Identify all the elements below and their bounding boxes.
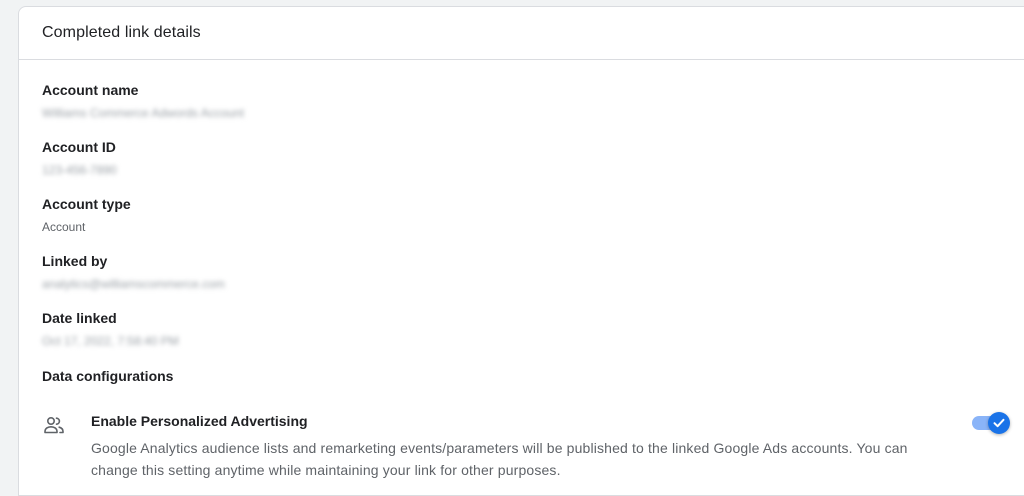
field-value: Williams Commerce Adwords Account — [42, 106, 245, 120]
field-label: Account ID — [42, 139, 116, 155]
field-label: Account type — [42, 196, 131, 212]
toggle-thumb — [988, 412, 1010, 434]
card-header: Completed link details — [19, 7, 1024, 60]
field-value: Oct 17, 2022, 7:58:40 PM — [42, 334, 179, 348]
config-description: Google Analytics audience lists and rema… — [91, 440, 908, 478]
field-account-type: Account type Account — [42, 195, 131, 235]
field-label: Account name — [42, 82, 139, 98]
field-linked-by: Linked by analytics@williamscommerce.com — [42, 252, 225, 292]
check-icon — [993, 418, 1005, 428]
card-title: Completed link details — [42, 24, 201, 41]
field-value: 123-456-7890 — [42, 163, 117, 177]
field-account-id: Account ID 123-456-7890 — [42, 138, 117, 178]
config-title: Enable Personalized Advertising — [91, 413, 308, 429]
field-value: Account — [42, 220, 86, 234]
field-label: Date linked — [42, 310, 117, 326]
field-value: analytics@williamscommerce.com — [42, 277, 225, 291]
field-date-linked: Date linked Oct 17, 2022, 7:58:40 PM — [42, 309, 179, 349]
data-configurations-heading: Data configurations — [42, 368, 174, 384]
completed-link-details-card: Completed link details Account name Will… — [18, 6, 1024, 496]
people-icon — [42, 413, 66, 437]
field-account-name: Account name Williams Commerce Adwords A… — [42, 81, 244, 121]
field-label: Linked by — [42, 253, 108, 269]
personalized-advertising-toggle[interactable] — [972, 412, 1010, 434]
